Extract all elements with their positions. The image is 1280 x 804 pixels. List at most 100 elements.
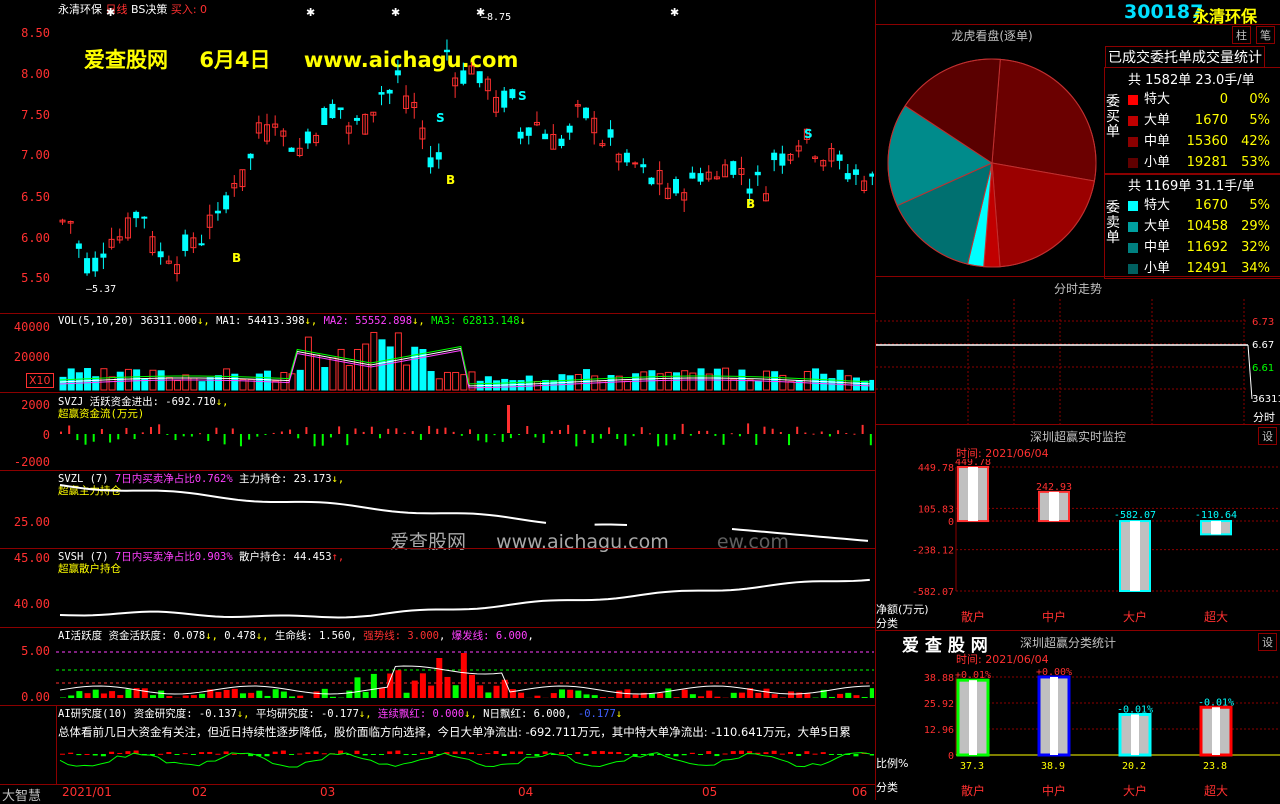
vol-bar [853,378,859,390]
ai-bar [76,691,82,698]
flow-bar [404,433,406,434]
flow-bar [265,434,267,435]
air-bar [502,754,507,756]
monitor-y-tick: -238.12 [912,546,954,557]
air-bar [207,752,212,754]
ai-bar [534,696,540,698]
signal-buy: B [446,173,455,187]
air-bar [788,752,793,754]
ai-bar [853,695,859,698]
vol-bar [183,375,189,390]
vol-bar [404,365,410,390]
ai-bar [256,691,262,698]
ai-bar [706,691,712,698]
ai-bar [477,685,483,698]
classify-category: 大户 [1123,783,1147,798]
monitor-panel[interactable]: 深圳超赢实时监控 设 时间: 2021/06/04 449.78105.830-… [876,424,1280,631]
vol-bar [788,382,794,390]
classify-change: -0.01% [1198,697,1234,708]
svsh-tick-2: 40.00 [0,597,50,611]
flow-bar [354,428,356,434]
flow-bar-big [507,405,510,433]
flow-bar [314,434,316,446]
ai-panel[interactable]: AI活跃度 资金活跃度: 0.078↓, 0.478↓, 生命线: 1.560,… [0,627,876,706]
classify-change: +0.00% [1036,667,1072,678]
vol-bar [224,369,230,390]
air-bar [224,751,229,754]
pie-slice [992,59,1096,181]
svsh-panel[interactable]: SVSH (7) 7日内买卖净占比0.903% 散户持仓: 44.453↑, 超… [0,548,876,628]
stock-code-header: 300187 永清环保 [876,0,1280,24]
flow-bar [101,429,103,434]
monitor-y-tick: 449.78 [918,463,954,474]
bar-toggle-button[interactable]: 柱 [1232,26,1251,44]
high-label: —8.75 [481,12,511,23]
air-bar [453,751,458,754]
candle-body [387,90,392,93]
air-bar [191,754,196,755]
flow-bar [567,425,569,434]
candle-body [641,165,646,167]
ai-bar [698,696,704,698]
ai-research-panel[interactable]: AI研究度(10) 资金研究度: -0.137↓, 平均研究度: -0.177↓… [0,705,876,785]
classify-change: +0.01% [955,670,991,681]
ai-bar [330,697,336,698]
flow-bar [338,426,340,434]
svzl-panel[interactable]: SVZL (7) 7日内买卖净占比0.762% 主力持仓: 23.173↓, 超… [0,470,876,549]
sell-row: 小单1249134% [1128,257,1270,276]
ai-bar [510,689,516,698]
flow-bar [379,434,381,438]
ai-bar [125,689,131,698]
vol-panel[interactable]: VOL(5,10,20) 36311.000↓, MA1: 54413.398↓… [0,313,876,393]
flow-bar [297,434,299,438]
candle-body [526,128,531,135]
ai-bar [657,693,663,698]
dragon-title: 龙虎看盘(逐单) [876,27,1108,44]
air-bar [665,754,670,755]
sell-total: 共 1169单 31.1手/单 [1128,175,1255,194]
classify-y-tick: 25.92 [924,699,954,710]
vol-bar [314,355,320,390]
candle-body [518,132,523,138]
classify-panel[interactable]: 爱 查 股 网 深圳超赢分类统计 设 时间: 2021/06/04 38.882… [876,630,1280,801]
ai-bar [363,692,369,698]
air-bar [166,752,171,754]
price-panel[interactable]: 永清环保 日线 BS决策 买入: 0 爱查股网 6月4日 www.aichagu… [0,0,876,314]
price-candles[interactable]: —8.75—5.37SSSBBB✱✱✱✱✱ [56,0,874,312]
air-bar [305,752,310,754]
vol-bar [281,372,287,390]
ai-bar [265,696,271,698]
air-bar [853,754,858,756]
star-marker: ✱ [670,6,679,19]
svzj-panel[interactable]: SVZJ 活跃资金进出: -692.710↓, 超赢资金流(万元) 2000 0… [0,392,876,471]
candle-body [837,155,842,160]
buy-row: 特大00% [1128,88,1270,107]
classify-chart: 38.8825.9212.960+0.01%37.3散户+0.00%38.9中户… [876,665,1280,801]
flow-bar [60,432,62,434]
ai-bar [93,690,99,698]
sell-name: 小单 [1144,261,1170,276]
vol-bar [109,377,115,390]
intraday-panel[interactable]: 分时走势 6.73 6.67 6.61 36311 分时 [876,276,1280,425]
ai-bar [346,691,352,698]
monitor-settings-button[interactable]: 设 [1258,427,1277,445]
flow-bar [788,434,790,445]
pen-toggle-button[interactable]: 笔 [1256,26,1275,44]
vol-bar [125,369,131,390]
intraday-chart [876,299,1280,425]
air-bar [412,754,417,755]
flow-bar [813,434,815,435]
ai-bar [224,690,230,698]
low-label: —5.37 [86,284,116,295]
classify-settings-button[interactable]: 设 [1258,633,1277,651]
air-bar [158,754,163,755]
vol-bar [763,371,769,390]
stock-code: 300187 [1124,1,1203,23]
candle-body [134,212,139,217]
flow-bar [183,434,185,436]
vol-bar [526,376,532,390]
buy-pct: 53% [1228,155,1270,170]
vol-bar [428,372,434,390]
air-bar [101,754,106,756]
ai-bar [240,693,246,698]
